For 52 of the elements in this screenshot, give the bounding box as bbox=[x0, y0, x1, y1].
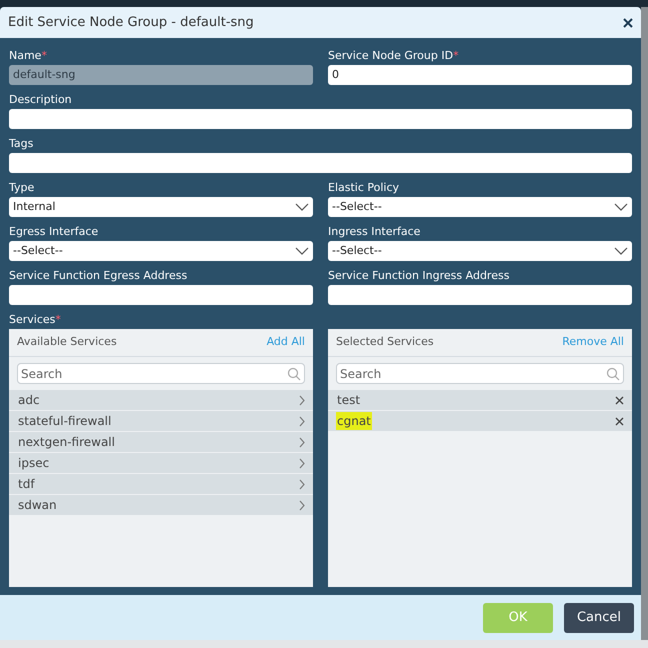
panel-title: Available Services bbox=[17, 334, 117, 350]
input-field[interactable] bbox=[9, 285, 313, 305]
field-label: Elastic Policy bbox=[328, 180, 400, 195]
chevron-right-icon bbox=[299, 478, 305, 490]
chevron-down-icon bbox=[614, 247, 628, 255]
search-icon bbox=[287, 366, 301, 380]
search-icon bbox=[606, 366, 620, 380]
field-label: Tags bbox=[9, 136, 34, 151]
dialog-title: Edit Service Node Group - default-sng bbox=[8, 14, 254, 32]
service-item[interactable]: test bbox=[328, 390, 632, 410]
close-icon[interactable] bbox=[623, 18, 633, 28]
field-label: Ingress Interface bbox=[328, 224, 420, 239]
service-item[interactable]: cgnat bbox=[328, 411, 632, 431]
chevron-down-icon bbox=[295, 203, 309, 211]
field-label: Type bbox=[9, 180, 34, 195]
input-field[interactable] bbox=[9, 153, 632, 173]
select-field[interactable]: --Select-- bbox=[328, 241, 632, 261]
search-field[interactable]: Search bbox=[17, 363, 305, 384]
service-item[interactable]: nextgen-firewall bbox=[9, 432, 313, 452]
close-icon[interactable] bbox=[615, 396, 624, 404]
field-label: Description bbox=[9, 92, 72, 107]
select-field[interactable]: --Select-- bbox=[328, 197, 632, 217]
input-field[interactable] bbox=[9, 109, 632, 129]
chevron-right-icon bbox=[299, 436, 305, 448]
chevron-right-icon bbox=[299, 458, 305, 468]
service-item[interactable]: tdf bbox=[9, 474, 313, 494]
select-field[interactable]: Internal bbox=[9, 197, 313, 217]
required-mark: * bbox=[41, 48, 47, 63]
cancel-button[interactable]: Cancel bbox=[564, 602, 634, 632]
service-item[interactable]: ipsec bbox=[9, 453, 313, 473]
field-label: Service Function Ingress Address bbox=[328, 268, 510, 283]
service-item[interactable]: adc bbox=[9, 390, 313, 410]
field-label: Name bbox=[9, 48, 42, 63]
select-field[interactable]: --Select-- bbox=[9, 241, 313, 261]
chevron-right-icon bbox=[299, 500, 305, 510]
close-icon[interactable] bbox=[615, 416, 624, 426]
input-field[interactable]: 0 bbox=[328, 65, 632, 85]
chevron-right-icon bbox=[299, 416, 305, 426]
input-field[interactable] bbox=[328, 285, 632, 305]
search-field[interactable]: Search bbox=[336, 363, 624, 384]
required-mark: * bbox=[55, 312, 61, 327]
panel-title: Selected Services bbox=[336, 334, 434, 350]
chevron-down-icon bbox=[614, 203, 628, 211]
chevron-right-icon bbox=[299, 394, 305, 406]
service-item[interactable]: sdwan bbox=[9, 495, 313, 515]
required-mark: * bbox=[453, 48, 459, 63]
chevron-down-icon bbox=[295, 247, 309, 255]
field-label: Service Function Egress Address bbox=[9, 268, 188, 283]
field-label: Service Node Group ID bbox=[328, 48, 454, 63]
field-label: Services bbox=[9, 312, 56, 327]
field-label: Egress Interface bbox=[9, 224, 98, 239]
service-item[interactable]: stateful-firewall bbox=[9, 411, 313, 431]
